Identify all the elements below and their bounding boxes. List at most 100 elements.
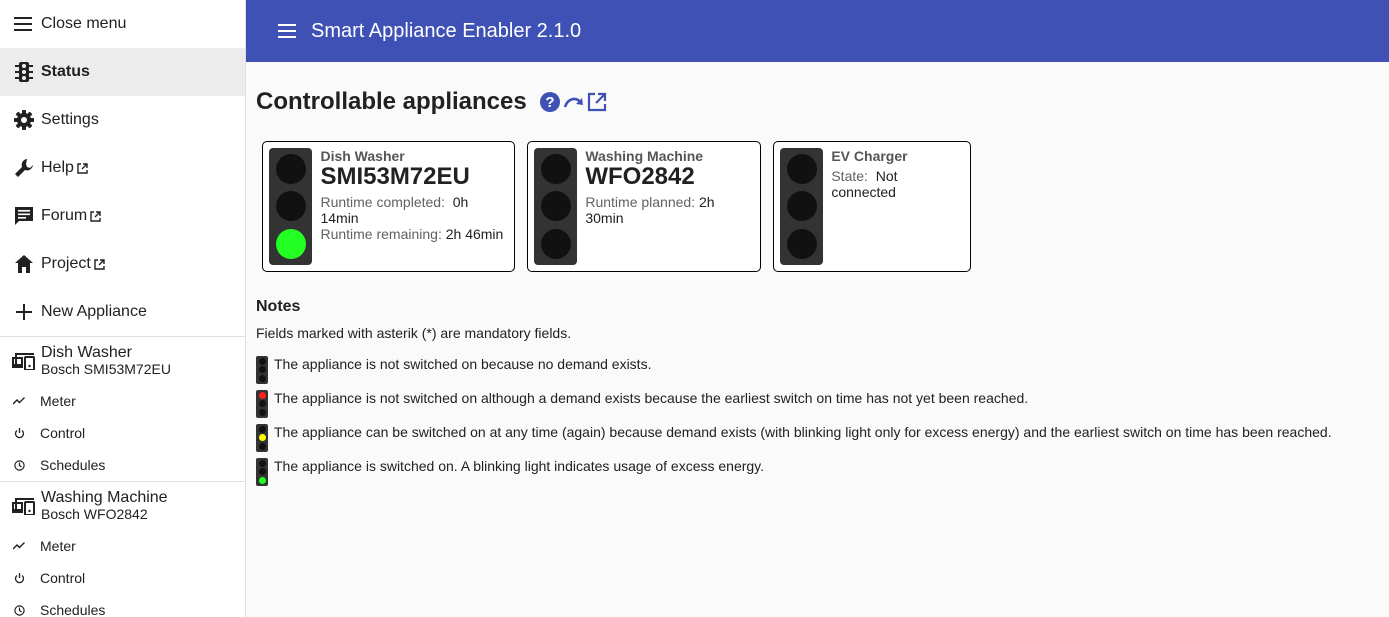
traffic-light: [780, 148, 824, 265]
sidebar-item-label: Status: [41, 63, 90, 80]
appliance-link-schedules[interactable]: Schedules: [0, 449, 245, 481]
plus-icon: [13, 301, 35, 323]
appliance-model: Bosch WFO2842: [41, 506, 148, 522]
app-title: Smart Appliance Enabler 2.1.0: [311, 19, 582, 42]
sidebar-item-help[interactable]: Help: [0, 144, 245, 192]
sidebar-item-label: Help: [41, 159, 74, 176]
mini-traffic-light: [256, 424, 268, 452]
appliance-card-washing-machine[interactable]: Washing Machine WFO2842 Runtime planned:…: [527, 141, 761, 272]
appliance-link-meter[interactable]: Meter: [0, 530, 245, 562]
appliance-name: Washing Machine: [41, 489, 168, 506]
forum-icon: [13, 205, 35, 227]
wrench-icon: [13, 157, 35, 179]
traffic-light-lamp-red: [540, 153, 571, 184]
legend-text: The appliance is switched on. A blinking…: [274, 458, 765, 474]
card-state-line: State: Not connected: [831, 168, 964, 200]
mini-lamp: [258, 357, 266, 365]
card-appliance-name: EV Charger: [831, 148, 908, 164]
clock-icon: [13, 604, 25, 616]
clock-icon: [13, 459, 25, 471]
card-appliance-name: Washing Machine: [585, 148, 704, 164]
open-external-icon: [77, 162, 88, 174]
mini-traffic-light: [256, 458, 268, 486]
traffic-light-lamp-yellow: [540, 191, 571, 222]
card-appliance-name: Dish Washer: [320, 148, 405, 164]
mini-lamp: [258, 459, 266, 467]
power-icon: [13, 427, 25, 439]
appliance-card-ev-charger[interactable]: EV Charger State: Not connected: [773, 141, 971, 272]
notes-title: Notes: [256, 298, 301, 315]
traffic-light-lamp-red: [786, 153, 817, 184]
card-appliance-model: SMI53M72EU: [320, 163, 470, 190]
close-menu-button[interactable]: Close menu: [0, 0, 245, 48]
traffic-light-lamp-yellow: [275, 191, 306, 222]
close-menu-label: Close menu: [41, 15, 127, 32]
open-external-icon: [90, 210, 101, 222]
page-title: Controllable appliances: [256, 88, 527, 115]
mini-lamp: [258, 400, 266, 408]
legend-row: The appliance is switched on. A blinking…: [256, 458, 1332, 486]
sidebar-item-forum[interactable]: Forum: [0, 192, 245, 240]
appliance-link-label: Schedules: [40, 602, 106, 617]
appliance-card-dish-washer[interactable]: Dish Washer SMI53M72EU Runtime completed…: [262, 141, 515, 272]
sidebar: Close menu Status Settings Help Forum Pr…: [0, 0, 246, 617]
traffic-light: [269, 148, 313, 265]
legend-row: The appliance is not switched on althoug…: [256, 390, 1332, 418]
state-label: State:: [831, 168, 868, 184]
card-appliance-model: WFO2842: [585, 163, 695, 190]
svg-text:?: ?: [545, 94, 554, 111]
appliance-link-control[interactable]: Control: [0, 417, 245, 449]
help-icon[interactable]: ?: [539, 91, 561, 113]
power-icon: [13, 572, 25, 584]
mini-traffic-light: [256, 356, 268, 384]
page-header: Controllable appliances ?: [256, 88, 607, 116]
appliance-link-label: Control: [40, 425, 86, 441]
card-runtime-line: Runtime remaining: 2h 46min: [320, 226, 508, 242]
appliance-link-label: Meter: [40, 393, 76, 409]
sidebar-item-settings[interactable]: Settings: [0, 96, 245, 144]
mini-lamp: [258, 477, 266, 485]
legend-text: The appliance can be switched on at any …: [274, 424, 1332, 440]
sidebar-item-label: Settings: [41, 111, 99, 128]
mini-lamp: [258, 443, 266, 451]
appliance-link-control[interactable]: Control: [0, 562, 245, 594]
runtime-label: Runtime remaining:: [320, 226, 442, 242]
redirect-icon[interactable]: [563, 94, 585, 110]
traffic-light-icon: [13, 61, 35, 83]
legend-text: The appliance is not switched on althoug…: [274, 390, 1029, 406]
devices-icon: [12, 349, 36, 373]
appliance-link-label: Schedules: [40, 457, 106, 473]
trending-up-icon: [13, 540, 25, 552]
appliance-link-meter[interactable]: Meter: [0, 385, 245, 417]
legend-text: The appliance is not switched on because…: [274, 356, 652, 372]
appliance-link-schedules[interactable]: Schedules: [0, 594, 245, 617]
open-external-icon[interactable]: [587, 92, 607, 112]
traffic-light-lamp-green: [786, 229, 817, 260]
mini-lamp: [258, 468, 266, 476]
mini-traffic-light: [256, 390, 268, 418]
mini-lamp: [258, 409, 266, 417]
new-appliance-button[interactable]: New Appliance: [0, 288, 245, 336]
mini-lamp: [258, 375, 266, 383]
top-app-bar: Smart Appliance Enabler 2.1.0: [246, 0, 1389, 62]
sidebar-item-project[interactable]: Project: [0, 240, 245, 288]
devices-icon: [12, 494, 36, 518]
main-content: Controllable appliances ? Dish Washer SM…: [246, 62, 1389, 617]
open-external-icon: [94, 258, 105, 270]
appliance-link-label: Control: [40, 570, 86, 586]
sidebar-item-label: Project: [41, 255, 91, 272]
runtime-value: 2h 46min: [445, 226, 504, 242]
appliance-dish-washer[interactable]: Dish Washer Bosch SMI53M72EU: [0, 337, 245, 385]
traffic-light-lamp-red: [275, 153, 306, 184]
mini-lamp: [258, 391, 266, 399]
card-runtime-line: Runtime completed: 0h 14min: [320, 194, 508, 226]
appliance-washing-machine[interactable]: Washing Machine Bosch WFO2842: [0, 482, 245, 530]
legend-row: The appliance can be switched on at any …: [256, 424, 1332, 452]
appliance-name: Dish Washer: [41, 344, 132, 361]
menu-icon[interactable]: [275, 19, 299, 43]
gear-icon: [13, 109, 35, 131]
appliance-link-label: Meter: [40, 538, 76, 554]
traffic-light-lamp-green: [540, 229, 571, 260]
sidebar-item-status[interactable]: Status: [0, 48, 245, 96]
notes-mandatory-text: Fields marked with asterik (*) are manda…: [256, 325, 572, 341]
